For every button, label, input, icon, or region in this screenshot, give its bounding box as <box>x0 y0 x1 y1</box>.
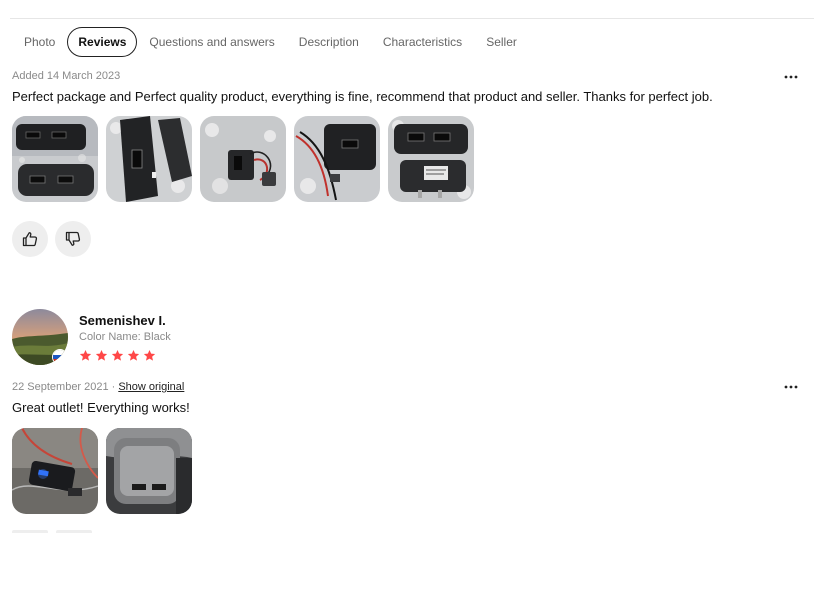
review-text: Great outlet! Everything works! <box>12 400 190 415</box>
review-votes <box>12 221 802 257</box>
tab-description[interactable]: Description <box>287 27 371 57</box>
tab-questions-and-answers[interactable]: Questions and answers <box>137 27 286 57</box>
top-divider <box>10 18 814 19</box>
show-original-link[interactable]: Show original <box>118 381 184 393</box>
tab-seller[interactable]: Seller <box>474 27 529 57</box>
star-icon <box>143 349 156 361</box>
avatar[interactable] <box>12 309 68 365</box>
review-author: Semenishev I. Color Name: Black <box>12 309 171 365</box>
thumbs-down-icon <box>65 231 81 246</box>
review-photo[interactable] <box>200 116 286 202</box>
review-meta: 22 September 2021 · Show original <box>12 380 802 394</box>
author-name: Semenishev I. <box>79 313 166 328</box>
review-photo[interactable] <box>106 116 192 202</box>
tab-characteristics[interactable]: Characteristics <box>371 27 474 57</box>
review-date: Added 14 March 2023 <box>12 70 121 82</box>
like-button[interactable] <box>12 221 48 257</box>
review-photo[interactable] <box>12 116 98 202</box>
more-dots-icon <box>784 385 798 389</box>
star-icon <box>95 349 108 361</box>
dislike-button[interactable] <box>55 221 91 257</box>
tab-reviews[interactable]: Reviews <box>67 27 138 57</box>
star-rating <box>79 349 171 362</box>
meta-separator: · <box>111 381 116 393</box>
review-photos <box>12 116 802 202</box>
thumbs-up-icon <box>22 232 38 247</box>
review-photo[interactable] <box>106 428 192 514</box>
review-photo[interactable] <box>12 428 98 514</box>
russia-flag-icon <box>52 349 68 365</box>
tab-photo[interactable]: Photo <box>12 27 67 57</box>
review-photos <box>12 428 802 514</box>
review-photo[interactable] <box>294 116 380 202</box>
product-tabs: Photo Reviews Questions and answers Desc… <box>12 27 529 57</box>
review-card: 22 September 2021 · Show original Great ou… <box>12 380 802 514</box>
review-card: Added 14 March 2023 Perfect package and … <box>12 69 802 257</box>
review-more-button[interactable] <box>780 380 802 394</box>
review-more-button[interactable] <box>780 70 802 84</box>
star-icon <box>111 349 124 361</box>
review-votes-partial <box>12 530 92 533</box>
more-dots-icon <box>784 75 798 79</box>
star-icon <box>79 349 92 361</box>
review-text: Perfect package and Perfect quality prod… <box>12 89 713 104</box>
star-icon <box>127 349 140 361</box>
review-photo[interactable] <box>388 116 474 202</box>
review-date: 22 September 2021 <box>12 381 109 393</box>
product-attribute: Color Name: Black <box>79 331 171 343</box>
